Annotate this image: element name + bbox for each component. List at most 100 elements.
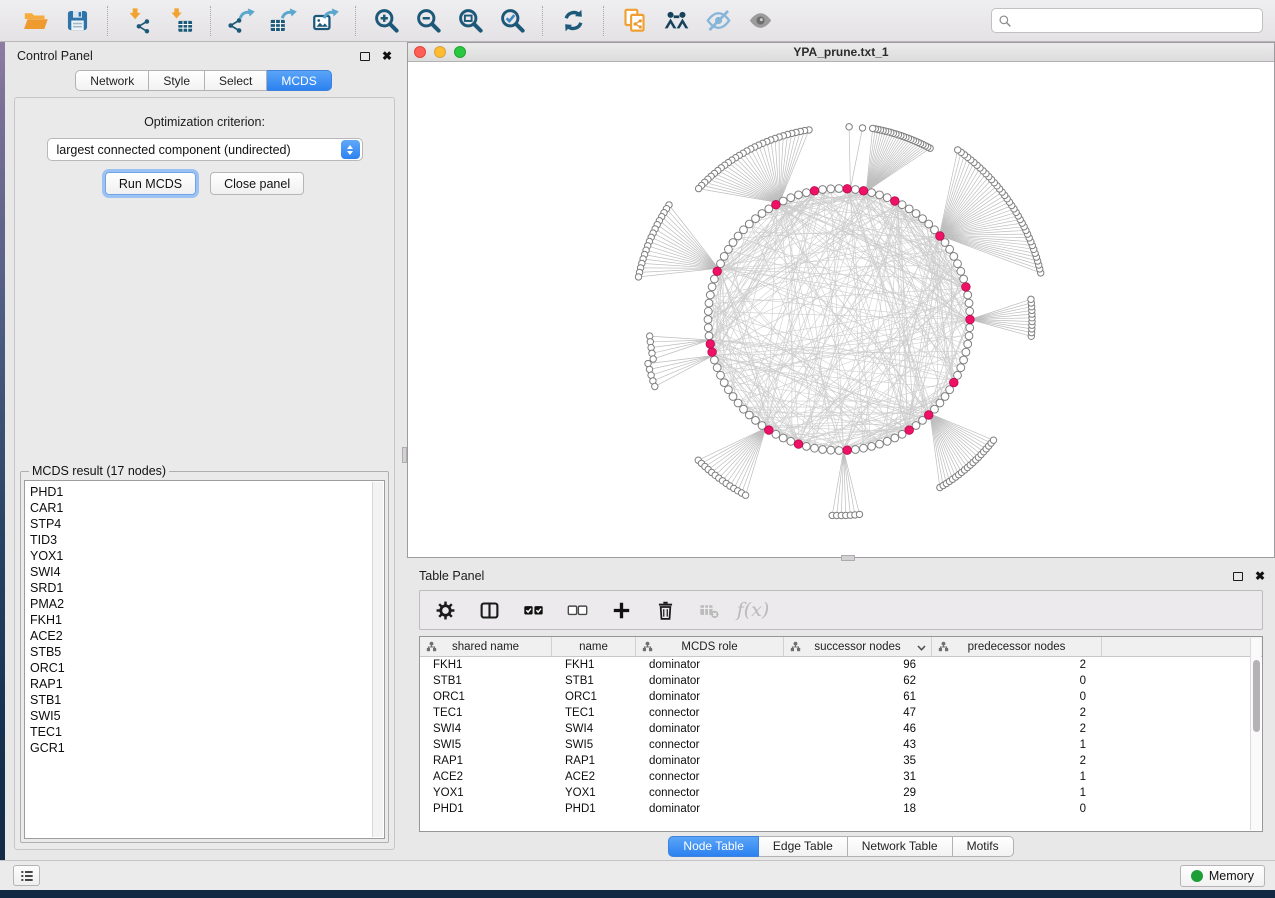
mcds-result-list[interactable]: PHD1CAR1STP4TID3YOX1SWI4SRD1PMA2FKH1ACE2… xyxy=(24,480,385,839)
horizontal-splitter-handle[interactable] xyxy=(841,555,855,561)
table-row[interactable]: SWI5SWI5connector431 xyxy=(420,737,1262,753)
graph-node[interactable] xyxy=(966,324,974,332)
close-panel-button[interactable]: Close panel xyxy=(210,172,304,195)
graph-node[interactable] xyxy=(705,332,713,340)
cell-name[interactable]: ORC1 xyxy=(552,689,636,705)
graph-leaf-node[interactable] xyxy=(990,437,996,443)
cell-name[interactable]: ACE2 xyxy=(552,769,636,785)
tab-style[interactable]: Style xyxy=(149,70,205,91)
cell-shared-name[interactable]: ACE2 xyxy=(420,769,552,785)
open-button[interactable] xyxy=(20,6,50,36)
table-row[interactable]: ACE2ACE2connector311 xyxy=(420,769,1262,785)
graph-mcds-node[interactable] xyxy=(706,340,715,349)
mcds-result-item[interactable]: STP4 xyxy=(30,516,384,532)
show-all-button[interactable] xyxy=(745,6,775,36)
cell-shared-name[interactable]: TEC1 xyxy=(420,705,552,721)
mcds-result-item[interactable]: ORC1 xyxy=(30,660,384,676)
graph-node[interactable] xyxy=(811,444,819,452)
table-row[interactable]: RAP1RAP1dominator352 xyxy=(420,753,1262,769)
cell-predecessor-nodes[interactable]: 2 xyxy=(932,705,1102,721)
graph-leaf-node[interactable] xyxy=(650,356,656,362)
zoom-out-button[interactable] xyxy=(413,6,443,36)
graph-node[interactable] xyxy=(868,443,876,451)
mcds-result-item[interactable]: YOX1 xyxy=(30,548,384,564)
horizontal-splitter[interactable] xyxy=(407,558,1275,562)
mcds-result-item[interactable]: PMA2 xyxy=(30,596,384,612)
export-network-button[interactable] xyxy=(226,6,256,36)
graph-node[interactable] xyxy=(876,191,884,199)
graph-node[interactable] xyxy=(860,444,868,452)
cell-MCDS-role[interactable]: dominator xyxy=(636,721,784,737)
column-header-shared-name[interactable]: shared name xyxy=(420,637,552,656)
mcds-result-item[interactable]: SWI5 xyxy=(30,708,384,724)
float-table-panel-icon[interactable] xyxy=(1233,572,1243,581)
graph-leaf-node[interactable] xyxy=(1028,296,1034,302)
add-row-button[interactable] xyxy=(610,599,632,621)
graph-leaf-node[interactable] xyxy=(859,125,865,131)
graph-mcds-node[interactable] xyxy=(765,426,774,435)
zoom-fit-button[interactable] xyxy=(455,6,485,36)
graph-node[interactable] xyxy=(835,447,843,455)
cell-successor-nodes[interactable]: 62 xyxy=(784,673,932,689)
network-window-titlebar[interactable]: YPA_prune.txt_1 xyxy=(408,43,1274,62)
table-scrollbar[interactable] xyxy=(1250,638,1261,830)
cell-MCDS-role[interactable]: dominator xyxy=(636,657,784,673)
graph-node[interactable] xyxy=(819,446,827,454)
graph-node[interactable] xyxy=(779,434,787,442)
graph-leaf-node[interactable] xyxy=(695,185,701,191)
close-panel-icon[interactable]: ✖ xyxy=(382,51,392,61)
column-header-predecessor-nodes[interactable]: predecessor nodes xyxy=(932,637,1102,656)
mcds-result-item[interactable]: ACE2 xyxy=(30,628,384,644)
column-header-MCDS-role[interactable]: MCDS role xyxy=(636,637,784,656)
export-image-button[interactable] xyxy=(310,6,340,36)
graph-node[interactable] xyxy=(957,267,965,275)
graph-node[interactable] xyxy=(720,379,728,387)
run-mcds-button[interactable]: Run MCDS xyxy=(105,172,196,195)
graph-node[interactable] xyxy=(964,291,972,299)
splitter-handle[interactable] xyxy=(402,447,407,463)
graph-node[interactable] xyxy=(835,185,843,193)
import-network-button[interactable] xyxy=(123,6,153,36)
table-row[interactable]: SWI4SWI4dominator462 xyxy=(420,721,1262,737)
graph-mcds-node[interactable] xyxy=(843,185,852,194)
cell-predecessor-nodes[interactable]: 0 xyxy=(932,689,1102,705)
graph-node[interactable] xyxy=(711,356,719,364)
zoom-in-button[interactable] xyxy=(371,6,401,36)
tab-node-table[interactable]: Node Table xyxy=(668,836,759,857)
mcds-result-item[interactable]: STB1 xyxy=(30,692,384,708)
graph-node[interactable] xyxy=(827,446,835,454)
mcds-result-item[interactable]: STB5 xyxy=(30,644,384,660)
graph-node[interactable] xyxy=(912,210,920,218)
graph-node[interactable] xyxy=(734,232,742,240)
tab-network-table[interactable]: Network Table xyxy=(848,836,953,857)
graph-node[interactable] xyxy=(704,316,712,324)
graph-leaf-node[interactable] xyxy=(955,147,961,153)
apply-layout-button[interactable] xyxy=(558,6,588,36)
network-from-selection-button[interactable] xyxy=(619,6,649,36)
deselect-all-button[interactable] xyxy=(566,599,588,621)
first-neighbors-button[interactable] xyxy=(661,6,691,36)
graph-node[interactable] xyxy=(795,191,803,199)
graph-mcds-node[interactable] xyxy=(772,200,781,209)
graph-node[interactable] xyxy=(919,215,927,223)
cell-successor-nodes[interactable]: 61 xyxy=(784,689,932,705)
graph-mcds-node[interactable] xyxy=(962,283,971,292)
cell-predecessor-nodes[interactable]: 2 xyxy=(932,657,1102,673)
graph-node[interactable] xyxy=(936,399,944,407)
search-input[interactable] xyxy=(1016,11,1256,31)
hide-selected-button[interactable] xyxy=(703,6,733,36)
cell-MCDS-role[interactable]: connector xyxy=(636,769,784,785)
cell-successor-nodes[interactable]: 31 xyxy=(784,769,932,785)
graph-node[interactable] xyxy=(852,446,860,454)
cell-shared-name[interactable]: RAP1 xyxy=(420,753,552,769)
graph-node[interactable] xyxy=(954,260,962,268)
cell-name[interactable]: SWI4 xyxy=(552,721,636,737)
cell-successor-nodes[interactable]: 18 xyxy=(784,801,932,817)
tab-motifs[interactable]: Motifs xyxy=(953,836,1014,857)
column-header-name[interactable]: name xyxy=(552,637,636,656)
graph-node[interactable] xyxy=(717,260,725,268)
graph-node[interactable] xyxy=(787,194,795,202)
graph-mcds-node[interactable] xyxy=(905,426,914,435)
cell-MCDS-role[interactable]: dominator xyxy=(636,673,784,689)
graph-node[interactable] xyxy=(758,210,766,218)
